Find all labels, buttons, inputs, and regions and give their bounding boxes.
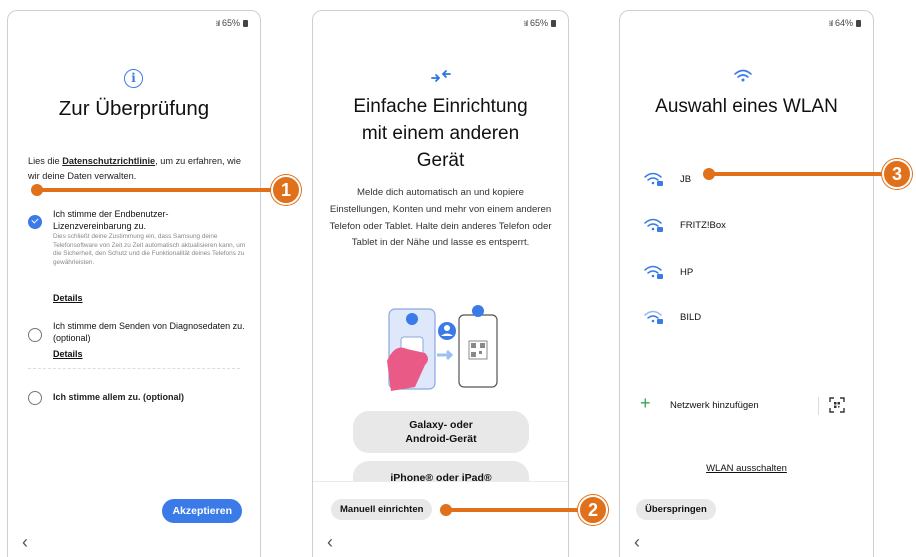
back-chevron-icon[interactable]: ‹ [327,533,333,551]
description: Melde dich automatisch an und kopiere Ei… [329,187,552,249]
network-item[interactable]: FRITZ!Box [644,217,853,237]
title-line-1: Einfache Einrichtung [353,96,528,117]
signal-icon: ⁝ıl [523,18,527,28]
network-item[interactable]: BILD [644,309,853,329]
qr-scan-icon[interactable] [829,397,845,413]
battery-icon [551,19,556,27]
callout-1-dot [31,184,43,196]
network-name: JB [680,174,692,185]
intro-pre: Lies die [28,156,63,166]
add-network-label: Netzwerk hinzufügen [670,400,759,411]
page-title: Auswahl eines WLAN [655,96,838,117]
galaxy-android-button[interactable]: Galaxy- oder Android-Gerät [353,411,529,453]
galaxy-button-line-2: Android-Gerät [405,433,477,445]
battery-icon [243,19,248,27]
callout-1-line [36,188,276,192]
callout-2-line [445,508,585,512]
info-icon: i [124,69,143,88]
back-chevron-icon[interactable]: ‹ [22,533,28,551]
privacy-policy-link[interactable]: Datenschutzrichtlinie [62,156,155,166]
callout-2-dot [440,504,452,516]
callout-3-badge: 3 [882,159,912,189]
wifi-lock-icon [644,172,663,186]
status-bar: ⁝ıl 64% [828,18,861,28]
galaxy-button-line-1: Galaxy- oder [409,419,473,431]
signal-icon: ⁝ıl [828,18,832,28]
network-name: HP [680,267,694,278]
wifi-lock-icon [644,265,663,279]
diagnostics-details-link[interactable]: Details [53,349,83,359]
callout-3-line [708,172,888,176]
network-name: FRITZ!Box [680,220,726,231]
wifi-off-link[interactable]: WLAN ausschalten [620,463,873,474]
skip-button[interactable]: Überspringen [636,499,716,520]
eula-checkbox[interactable] [28,215,42,229]
phone-screen-wifi: ⁝ıl 64% Auswahl eines WLAN JB FRITZ!Box [619,10,874,557]
accept-button[interactable]: Akzeptieren [162,499,242,523]
diagnostics-checkbox[interactable] [28,328,42,342]
callout-3-dot [703,168,715,180]
divider [28,368,240,369]
callout-2-badge: 2 [578,495,608,525]
eula-fine-print: Dies schließt deine Zustimmung ein, dass… [53,233,246,266]
signal-icon: ⁝ıl [215,18,219,28]
link-arrows-icon [431,70,451,82]
back-chevron-icon[interactable]: ‹ [634,533,640,551]
status-bar: ⁝ıl 65% [523,18,556,28]
battery-level: 64% [834,18,853,28]
eula-label: Ich stimme der Endbenutzer-Lizenzvereinb… [53,209,169,231]
network-name: BILD [680,312,702,323]
title-line-3: Gerät [416,150,465,171]
title-line-2: mit einem anderen [361,123,520,144]
battery-level: 65% [529,18,548,28]
add-network-row[interactable]: + Netzwerk hinzufügen [640,393,853,417]
phone-screen-privacy: ⁝ıl 65% i Zur Überprüfung Lies die Daten… [7,10,261,557]
wifi-icon [734,69,752,82]
agree-all-checkbox[interactable] [28,391,42,405]
diagnostics-label: Ich stimme dem Senden von Diagnosedaten … [53,321,245,343]
phone-screen-easy-setup: ⁝ıl 65% Einfache Einrichtung mit einem a… [312,10,569,557]
plus-icon: + [640,393,651,413]
network-item[interactable]: HP [644,264,853,284]
divider [818,397,819,415]
intro-text: Lies die Datenschutzrichtlinie, um zu er… [28,154,246,184]
battery-icon [856,19,861,27]
callout-1-badge: 1 [271,175,301,205]
agree-all-label: Ich stimme allem zu. (optional) [53,392,185,402]
manual-setup-button[interactable]: Manuell einrichten [331,499,433,520]
battery-level: 65% [221,18,240,28]
wifi-lock-icon [644,310,663,324]
page-title: Zur Überprüfung [58,97,210,120]
eula-details-link[interactable]: Details [53,293,83,303]
status-bar: ⁝ıl 65% [215,18,248,28]
phone-transfer-illustration [387,305,498,391]
wifi-lock-icon [644,218,663,232]
